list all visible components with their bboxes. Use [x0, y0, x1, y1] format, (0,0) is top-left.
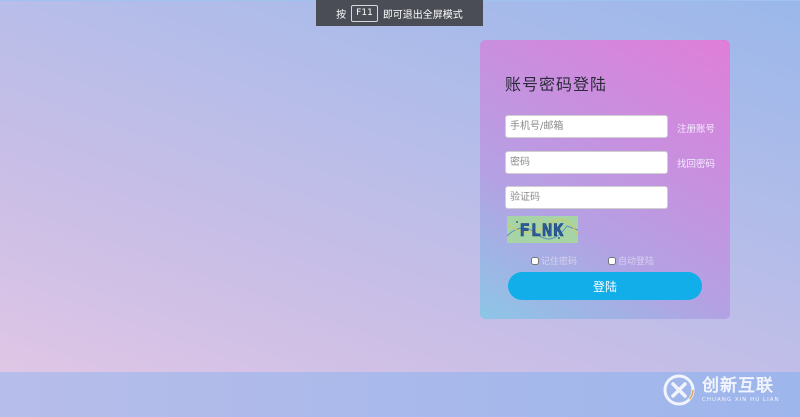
login-title: 账号密码登陆: [505, 75, 608, 94]
fullscreen-hint-prefix: 按: [336, 9, 347, 21]
captcha-image[interactable]: FLNK: [507, 216, 578, 243]
f11-key-badge: F11: [351, 4, 378, 22]
auto-login-checkbox[interactable]: [608, 256, 616, 265]
watermark-logo: 创新互联 CHUANG XIN HU LIAN: [662, 372, 792, 408]
page: 按 F11 即可退出全屏模式 账号密码登陆 注册账号 找回密码 FLNK 记住密…: [0, 0, 800, 417]
captcha-input[interactable]: [505, 186, 668, 209]
fullscreen-hint: 按 F11 即可退出全屏模式: [316, 0, 483, 26]
fullscreen-hint-suffix: 即可退出全屏模式: [382, 9, 463, 21]
password-input[interactable]: [505, 151, 668, 174]
captcha-graphic: FLNK: [507, 216, 578, 243]
remember-password-label: 记住密码: [541, 257, 578, 267]
captcha-text: FLNK: [520, 221, 565, 241]
logo-icon: [663, 374, 695, 406]
username-input[interactable]: [505, 115, 668, 138]
logo-text: 创新互联 CHUANG XIN HU LIAN: [702, 376, 780, 404]
auto-login-label: 自动登陆: [618, 257, 655, 267]
remember-password-checkbox[interactable]: [531, 256, 539, 265]
auto-login-option[interactable]: 自动登陆: [608, 254, 654, 267]
remember-password-option[interactable]: 记住密码: [531, 254, 577, 267]
logo-name: 创新互联: [702, 376, 774, 396]
login-card: 账号密码登陆 注册账号 找回密码 FLNK 记住密码 自动登陆 登陆: [480, 40, 730, 319]
forgot-password-link[interactable]: 找回密码: [677, 156, 715, 170]
logo-subtitle: CHUANG XIN HU LIAN: [702, 397, 780, 403]
register-link[interactable]: 注册账号: [677, 121, 715, 135]
login-button[interactable]: 登陆: [508, 272, 702, 300]
